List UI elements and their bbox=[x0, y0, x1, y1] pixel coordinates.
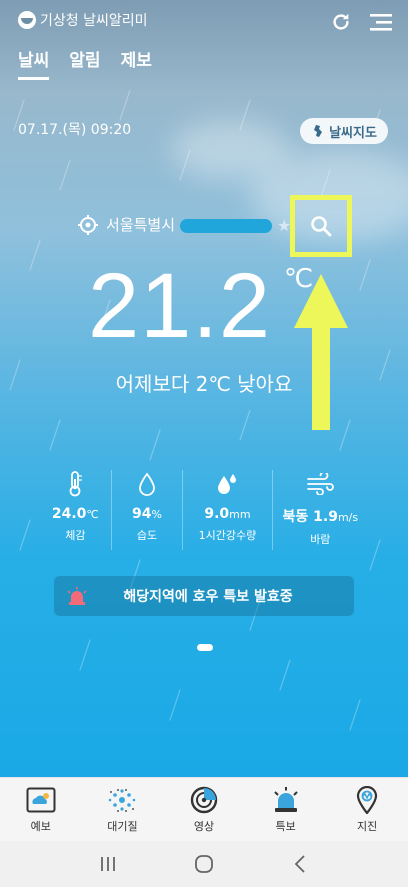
current-temperature: 21.2 bbox=[88, 255, 272, 357]
menu-button[interactable] bbox=[366, 7, 396, 37]
menu-icon bbox=[370, 14, 392, 31]
app-bar: 기상청 날씨알리미 bbox=[0, 0, 408, 40]
humidity-label: 습도 bbox=[136, 529, 158, 542]
weather-map-button[interactable]: 날씨지도 bbox=[300, 118, 388, 144]
precipitation-unit: mm bbox=[229, 508, 251, 521]
location-name: 서울특별시 bbox=[106, 216, 176, 234]
location-search-button[interactable] bbox=[290, 195, 352, 257]
wind-label: 바람 bbox=[310, 533, 331, 546]
humidity-drop-icon bbox=[139, 472, 155, 496]
tab-weather[interactable]: 날씨 bbox=[18, 46, 50, 80]
nav-earthquake[interactable]: 지진 bbox=[326, 778, 408, 841]
nav-forecast-label: 예보 bbox=[30, 820, 51, 833]
wind-unit: m/s bbox=[337, 511, 359, 524]
feels-like-value: 24.0 bbox=[51, 506, 87, 522]
stat-precipitation: 9.0mm 1시간강수량 bbox=[183, 470, 273, 550]
nav-radar-label: 영상 bbox=[193, 820, 215, 833]
refresh-button[interactable] bbox=[326, 7, 356, 37]
stat-feels-like: 24.0℃ 체감 bbox=[40, 470, 112, 550]
location-selector[interactable]: 서울특별시 bbox=[78, 214, 175, 235]
nav-air-quality-label: 대기질 bbox=[107, 820, 138, 833]
radar-icon bbox=[190, 786, 218, 814]
warning-text: 해당지역에 호우 특보 발효중 bbox=[123, 589, 293, 605]
siren-icon bbox=[67, 587, 87, 605]
system-navigation-bar bbox=[0, 841, 408, 887]
bottom-navigation: 예보 대기질 영상 특보 지진 bbox=[0, 777, 408, 841]
forecast-icon bbox=[26, 787, 56, 813]
nav-earthquake-label: 지진 bbox=[357, 820, 378, 833]
air-quality-icon bbox=[109, 789, 136, 812]
search-icon bbox=[311, 216, 332, 237]
current-location-icon[interactable] bbox=[78, 214, 98, 235]
precipitation-value: 9.0 bbox=[204, 506, 230, 522]
back-button[interactable] bbox=[285, 849, 315, 879]
home-icon bbox=[195, 855, 213, 873]
weather-warning-banner[interactable]: 해당지역에 호우 특보 발효중 bbox=[54, 576, 354, 616]
back-icon bbox=[294, 855, 305, 873]
home-button[interactable] bbox=[189, 849, 219, 879]
wind-icon bbox=[307, 473, 335, 495]
korea-map-icon bbox=[314, 125, 323, 137]
page-indicator bbox=[197, 644, 213, 651]
weather-map-label: 날씨지도 bbox=[329, 125, 377, 141]
weather-screen: 기상청 날씨알리미 날씨 알림 제보 07.17.(목) 09:20 날씨지도 bbox=[0, 0, 408, 777]
recent-apps-icon bbox=[101, 857, 115, 871]
brand: 기상청 날씨알리미 bbox=[18, 10, 148, 30]
redacted-location-detail bbox=[180, 219, 272, 233]
nav-forecast[interactable]: 예보 bbox=[0, 778, 82, 841]
nav-radar[interactable]: 영상 bbox=[163, 778, 245, 841]
main-tabs: 날씨 알림 제보 bbox=[18, 46, 152, 80]
observation-time: 07.17.(목) 09:20 bbox=[18, 122, 132, 138]
brand-name: 기상청 날씨알리미 bbox=[40, 13, 148, 29]
wind-value: 북동 1.9 bbox=[282, 509, 338, 525]
humidity-unit: % bbox=[151, 508, 162, 521]
humidity-value: 94 bbox=[132, 506, 152, 522]
annotation-arrow-icon bbox=[294, 274, 348, 430]
stat-humidity: 94% 습도 bbox=[112, 470, 184, 550]
refresh-icon bbox=[333, 13, 349, 30]
tab-report[interactable]: 제보 bbox=[121, 46, 152, 80]
nav-warnings-label: 특보 bbox=[275, 820, 296, 833]
feels-like-unit: ℃ bbox=[86, 508, 99, 521]
rain-drops-icon bbox=[218, 474, 237, 494]
weather-stats: 24.0℃ 체감 94% 습도 9.0mm 1시간강수량 북동 1.9m/s 바… bbox=[40, 470, 368, 550]
cloud-decoration bbox=[170, 120, 290, 180]
earthquake-pin-icon bbox=[357, 786, 378, 814]
precipitation-label: 1시간강수량 bbox=[198, 529, 257, 542]
temperature-comparison: 어제보다 2℃ 낮아요 bbox=[115, 372, 293, 396]
kma-logo-icon bbox=[18, 11, 36, 29]
nav-warnings[interactable]: 특보 bbox=[245, 778, 327, 841]
tab-alerts[interactable]: 알림 bbox=[69, 46, 100, 80]
nav-air-quality[interactable]: 대기질 bbox=[82, 778, 164, 841]
thermometer-icon bbox=[69, 471, 83, 497]
feels-like-label: 체감 bbox=[65, 529, 86, 542]
warning-siren-icon bbox=[273, 787, 298, 812]
stat-wind: 북동 1.9m/s 바람 bbox=[273, 470, 368, 550]
recent-apps-button[interactable] bbox=[93, 849, 123, 879]
